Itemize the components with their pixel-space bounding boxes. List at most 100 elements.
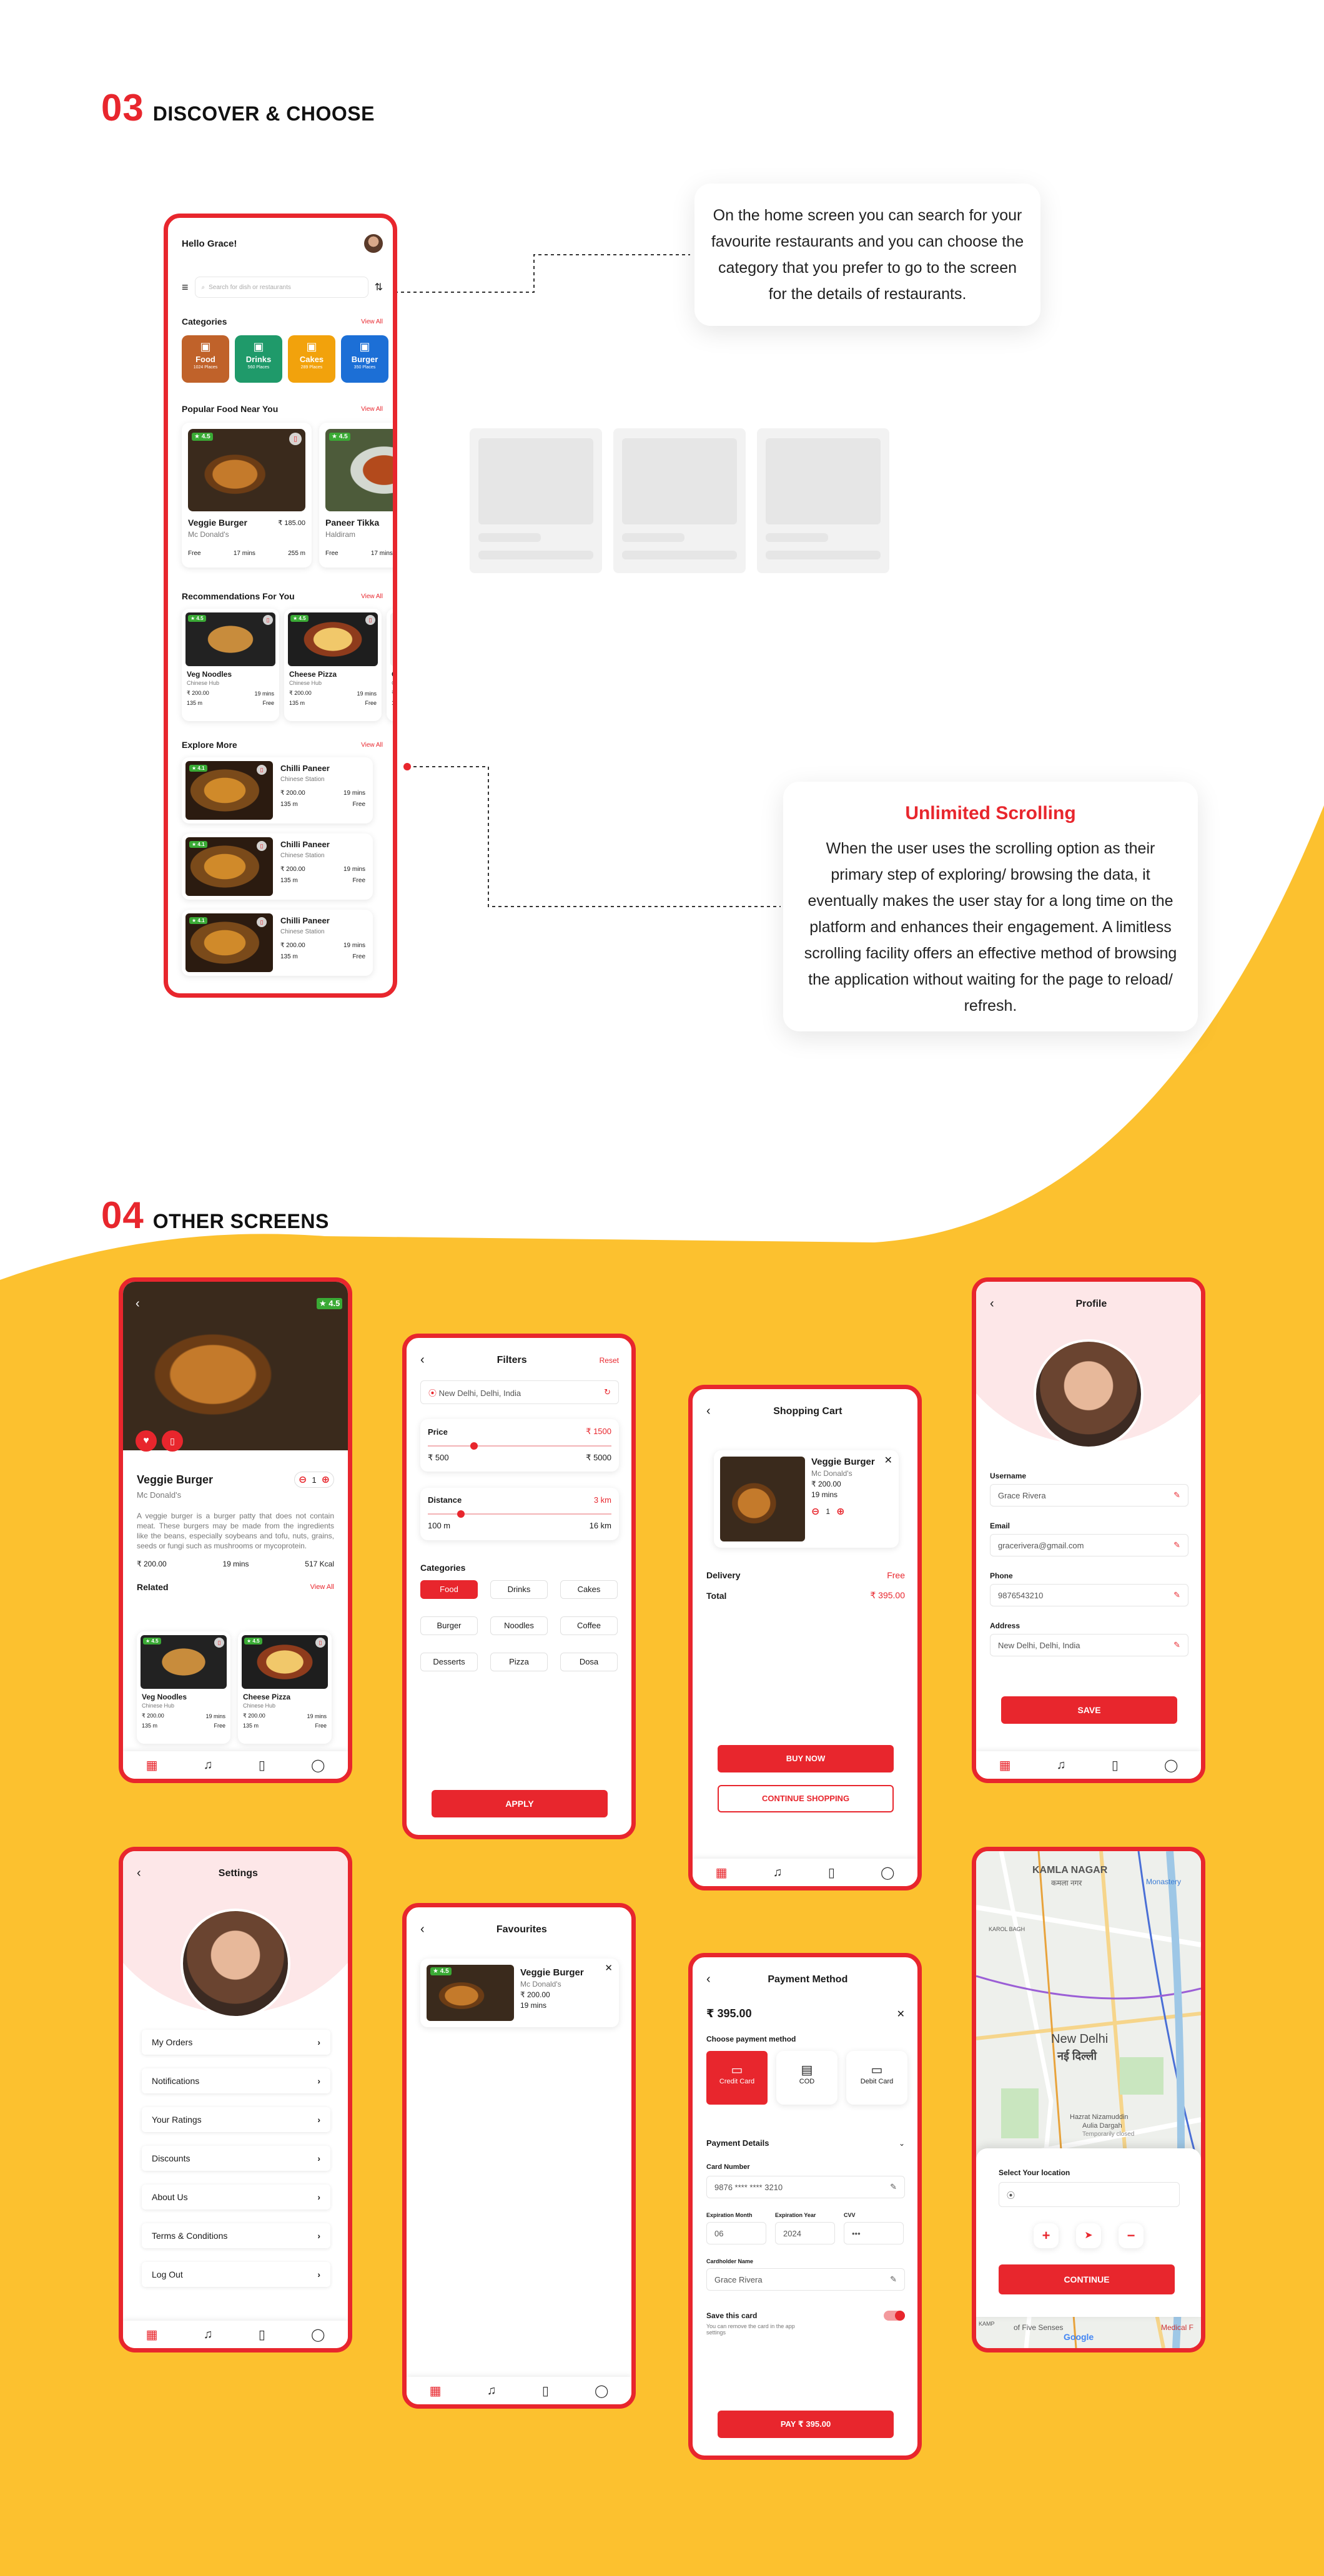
settings-item[interactable]: Your Ratings › [142, 2107, 330, 2132]
bookmark-icon[interactable]: ▯ [162, 1430, 183, 1452]
profile-field-input[interactable]: 9876543210 ✎ [990, 1584, 1188, 1606]
profile-field-input[interactable]: Grace Rivera ✎ [990, 1484, 1188, 1507]
home-icon[interactable]: ▦ [716, 1865, 728, 1880]
back-icon[interactable]: ‹ [706, 1404, 711, 1418]
location-input[interactable]: ⦿ New Delhi, Delhi, India ↻ [420, 1380, 619, 1404]
category-chip[interactable]: Burger [420, 1616, 478, 1635]
category-chip[interactable]: Drinks [490, 1580, 548, 1599]
user-icon[interactable]: ◯ [595, 2383, 608, 2399]
exp-year-input[interactable]: 2024 [775, 2222, 835, 2244]
close-icon[interactable]: ✕ [897, 2008, 905, 2020]
heart-icon[interactable]: ♥ [136, 1430, 157, 1452]
minus-icon[interactable]: ⊖ [811, 1505, 819, 1518]
back-icon[interactable]: ‹ [420, 1353, 425, 1367]
home-icon[interactable]: ▦ [146, 2327, 158, 2342]
home-icon[interactable]: ▦ [430, 2383, 442, 2399]
explore-card[interactable]: ★ 4.1 ▯ Chilli Paneer Chinese Station ₹ 200.… [182, 833, 373, 900]
food-card[interactable]: ★ 4.5 ▯ Cheese Pizza Chinese Hub ₹ 200.00 19 … [238, 1631, 332, 1744]
card-number-input[interactable]: 9876 **** **** 3210 ✎ [706, 2176, 905, 2198]
zoom-in-icon[interactable]: + [1034, 2223, 1059, 2248]
explore-view-all[interactable]: View All [361, 742, 383, 749]
bookmark-icon[interactable]: ▯ [542, 2383, 549, 2399]
category-tile[interactable]: ▣ Drinks 560 Places [235, 335, 282, 383]
category-chip[interactable]: Dosa [560, 1653, 618, 1671]
category-chip[interactable]: Coffee [560, 1616, 618, 1635]
popular-view-all[interactable]: View All [361, 406, 383, 413]
plus-icon[interactable]: ⊕ [836, 1505, 844, 1518]
bookmark-icon[interactable]: ▯ [365, 615, 375, 625]
bookmark-icon[interactable]: ▯ [259, 2327, 265, 2342]
location-input[interactable]: ⦿ [999, 2182, 1180, 2207]
continue-shopping-button[interactable]: CONTINUE SHOPPING [718, 1785, 894, 1812]
bell-icon[interactable]: ♫ [1057, 1758, 1066, 1772]
back-icon[interactable]: ‹ [137, 1866, 141, 1880]
settings-item[interactable]: My Orders › [142, 2030, 330, 2055]
back-icon[interactable]: ‹ [136, 1297, 140, 1311]
search-input[interactable]: ⌕ Search for dish or restaurants [194, 277, 368, 298]
edit-icon[interactable]: ✎ [1173, 1490, 1180, 1500]
edit-icon[interactable]: ✎ [1173, 1590, 1180, 1600]
categories-view-all[interactable]: View All [361, 318, 383, 325]
edit-icon[interactable]: ✎ [890, 2274, 897, 2284]
debit-card-option[interactable]: ▭ Debit Card [846, 2051, 907, 2105]
popular-card[interactable]: ★ 4.5▯Paneer Tikka₹ 185.00HaldiramFree17… [319, 423, 393, 568]
save-button[interactable]: SAVE [1001, 1696, 1177, 1724]
bookmark-icon[interactable]: ▯ [1112, 1757, 1119, 1773]
category-tile[interactable]: ▣ Cakes 289 Places [288, 335, 335, 383]
explore-card[interactable]: ★ 4.1 ▯ Chilli Paneer Chinese Station ₹ 200.… [182, 910, 373, 976]
bookmark-icon[interactable]: ▯ [263, 615, 273, 625]
explore-card[interactable]: ★ 4.1 ▯ Chilli Paneer Chinese Station ₹ 200.… [182, 757, 373, 823]
distance-slider-handle[interactable] [457, 1510, 465, 1518]
edit-icon[interactable]: ✎ [1173, 1540, 1180, 1550]
settings-item[interactable]: Log Out › [142, 2262, 330, 2287]
price-slider-handle[interactable] [470, 1442, 478, 1450]
user-icon[interactable]: ◯ [311, 1757, 325, 1773]
user-icon[interactable]: ◯ [881, 1865, 894, 1880]
food-card[interactable]: ★ 4.5 ▯ Cheese Pizza Chinese Hub ₹ 200.00 19 … [284, 609, 382, 721]
continue-button[interactable]: CONTINUE [999, 2264, 1175, 2294]
bookmark-icon[interactable]: ▯ [257, 841, 267, 851]
settings-item[interactable]: Discounts › [142, 2146, 330, 2171]
zoom-out-icon[interactable]: − [1119, 2223, 1144, 2248]
category-tile[interactable]: ▣ Food 1024 Places [182, 335, 229, 383]
favourite-item[interactable]: ★ 4.5 ✕ Veggie Burger Mc Donald's ₹ 200.… [420, 1959, 619, 2027]
profile-field-input[interactable]: New Delhi, Delhi, India ✎ [990, 1634, 1188, 1656]
settings-item[interactable]: Terms & Conditions › [142, 2223, 330, 2248]
category-tile[interactable]: ▣ Burger 350 Places [341, 335, 388, 383]
bell-icon[interactable]: ♫ [773, 1866, 783, 1880]
bookmark-icon[interactable]: ▯ [315, 1638, 325, 1648]
food-card[interactable]: ★ 4.5 ▯ Veg Noodles Chinese Hub ₹ 200.00 19 m… [182, 609, 279, 721]
category-chip[interactable]: Cakes [560, 1580, 618, 1599]
refresh-icon[interactable]: ↻ [604, 1387, 611, 1397]
remove-icon[interactable]: ✕ [884, 1454, 892, 1467]
food-card[interactable]: ★ 4.2▯Chilli PotatoChinese Station₹ 210.… [387, 609, 393, 721]
settings-item[interactable]: About Us › [142, 2185, 330, 2210]
bookmark-icon[interactable]: ▯ [257, 765, 267, 775]
home-icon[interactable]: ▦ [146, 1757, 158, 1773]
home-icon[interactable]: ▦ [999, 1757, 1011, 1773]
avatar[interactable] [364, 234, 383, 253]
edit-icon[interactable]: ✎ [1173, 1640, 1180, 1650]
category-chip[interactable]: Pizza [490, 1653, 548, 1671]
bookmark-icon[interactable]: ▯ [259, 1757, 265, 1773]
back-icon[interactable]: ‹ [990, 1297, 994, 1311]
menu-icon[interactable]: ≡ [182, 281, 189, 294]
bookmark-icon[interactable]: ▯ [214, 1638, 224, 1648]
bell-icon[interactable]: ♫ [487, 2384, 496, 2398]
bookmark-icon[interactable]: ▯ [257, 917, 267, 927]
category-chip[interactable]: Desserts [420, 1653, 478, 1671]
credit-card-option[interactable]: ▭ Credit Card [706, 2051, 768, 2105]
minus-icon[interactable]: ⊖ [299, 1473, 307, 1486]
filter-icon[interactable]: ⇅ [375, 281, 383, 293]
profile-avatar[interactable] [1034, 1339, 1144, 1449]
popular-card[interactable]: ★ 4.5 ▯ Veggie Burger ₹ 185.00 Mc Donald's Fr… [182, 423, 312, 568]
bookmark-icon[interactable]: ▯ [289, 433, 302, 445]
reco-view-all[interactable]: View All [361, 593, 383, 600]
apply-button[interactable]: APPLY [432, 1790, 608, 1817]
exp-month-input[interactable]: 06 [706, 2222, 766, 2244]
chevron-down-icon[interactable]: ⌄ [899, 2139, 905, 2148]
food-card[interactable]: ★ 4.5 ▯ Veg Noodles Chinese Hub ₹ 200.00 19 m… [137, 1631, 230, 1744]
bell-icon[interactable]: ♫ [204, 2328, 213, 2342]
cvv-input[interactable]: ••• [844, 2222, 904, 2244]
user-icon[interactable]: ◯ [1164, 1757, 1178, 1773]
